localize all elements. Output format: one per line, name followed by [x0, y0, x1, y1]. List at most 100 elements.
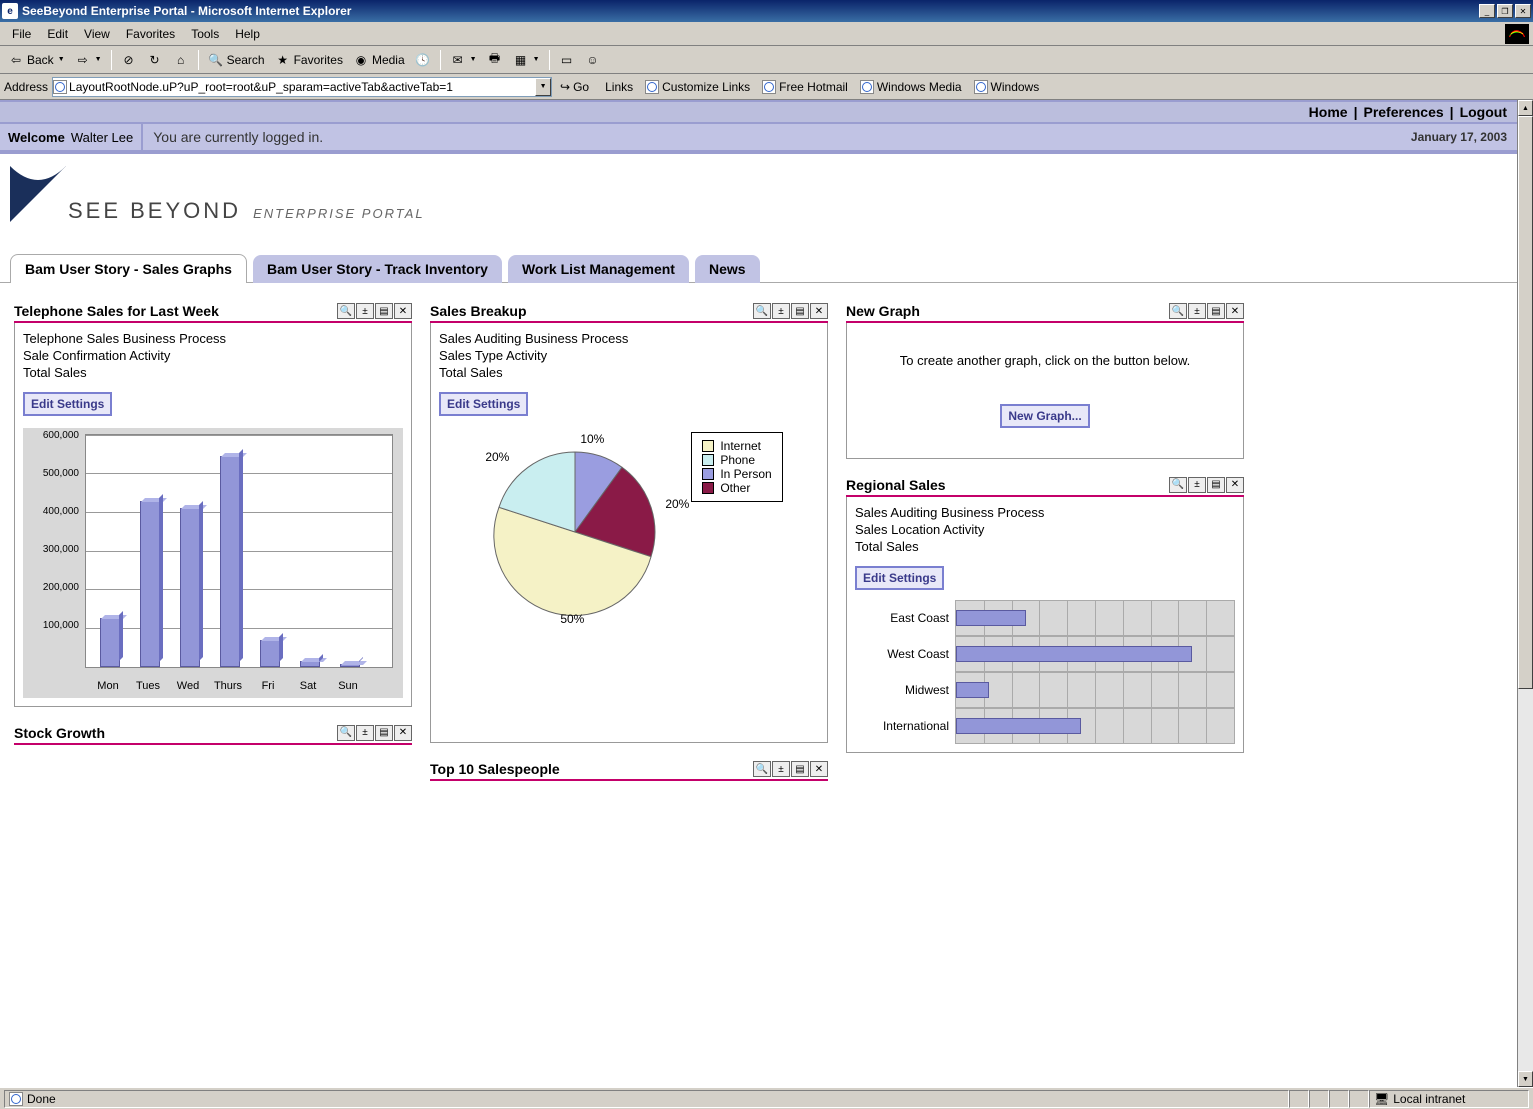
mail-button[interactable]: ✉▼ — [446, 50, 481, 70]
menu-file[interactable]: File — [4, 25, 39, 43]
go-button[interactable]: ↪Go — [556, 80, 593, 94]
back-button[interactable]: ⇦ Back ▼ — [4, 50, 69, 70]
print-button[interactable]: 🖶 — [483, 50, 507, 70]
media-button[interactable]: ◉Media — [349, 50, 409, 70]
tab-sales-graphs[interactable]: Bam User Story - Sales Graphs — [10, 254, 247, 283]
zoom-icon[interactable]: 🔍 — [1169, 477, 1187, 493]
telephone-bar-chart: 600,000 500,000 400,000 300,000 200,000 … — [23, 428, 403, 698]
vertical-scrollbar[interactable]: ▲ ▼ — [1517, 100, 1533, 1087]
chevron-down-icon: ▼ — [533, 56, 540, 63]
edit-settings-button[interactable]: Edit Settings — [23, 392, 112, 416]
close-icon[interactable]: ✕ — [810, 761, 828, 777]
page-content: Home | Preferences | Logout Welcome Walt… — [0, 100, 1517, 1087]
info-line: Total Sales — [855, 539, 1235, 556]
forward-button[interactable]: ⇨ ▼ — [71, 50, 106, 70]
minimize-button[interactable]: _ — [1479, 4, 1495, 18]
scroll-up-icon[interactable]: ▲ — [1518, 100, 1533, 116]
close-button[interactable]: ✕ — [1515, 4, 1531, 18]
collapse-icon[interactable]: ± — [356, 725, 374, 741]
discuss-button[interactable]: ▭ — [555, 50, 579, 70]
address-input[interactable] — [67, 80, 535, 94]
page-icon — [762, 80, 776, 94]
link-customize[interactable]: Customize Links — [645, 80, 750, 94]
status-bar: Done 🖥 Local intranet — [0, 1087, 1533, 1109]
favorites-button[interactable]: ★Favorites — [271, 50, 347, 70]
link-hotmail[interactable]: Free Hotmail — [762, 80, 848, 94]
portal-topnav: Home | Preferences | Logout — [0, 100, 1517, 124]
tab-work-list[interactable]: Work List Management — [508, 255, 689, 283]
menu-favorites[interactable]: Favorites — [118, 25, 183, 43]
refresh-button[interactable]: ↻ — [143, 50, 167, 70]
new-graph-msg: To create another graph, click on the bu… — [857, 353, 1233, 370]
close-icon[interactable]: ✕ — [394, 725, 412, 741]
settings-icon[interactable]: ▤ — [791, 761, 809, 777]
settings-icon[interactable]: ▤ — [791, 303, 809, 319]
stop-button[interactable]: ⊘ — [117, 50, 141, 70]
chevron-down-icon: ▼ — [470, 56, 477, 63]
go-icon: ↪ — [560, 80, 570, 94]
nav-home[interactable]: Home — [1309, 104, 1348, 120]
edit-settings-button[interactable]: Edit Settings — [855, 566, 944, 590]
address-input-wrap: ▼ — [52, 77, 552, 97]
zoom-icon[interactable]: 🔍 — [1169, 303, 1187, 319]
page-icon — [9, 1092, 23, 1106]
tab-track-inventory[interactable]: Bam User Story - Track Inventory — [253, 255, 502, 283]
link-windows[interactable]: Windows — [974, 80, 1040, 94]
close-icon[interactable]: ✕ — [1226, 303, 1244, 319]
collapse-icon[interactable]: ± — [772, 761, 790, 777]
new-graph-button[interactable]: New Graph... — [1000, 404, 1089, 428]
tab-news[interactable]: News — [695, 255, 760, 283]
hbar-intl — [956, 718, 1081, 734]
welcome-bar: Welcome Walter Lee You are currently log… — [0, 124, 1517, 154]
discuss-icon: ▭ — [559, 52, 575, 68]
bar-thurs — [220, 456, 240, 667]
search-button[interactable]: 🔍Search — [204, 50, 269, 70]
regional-hbar-chart: East Coast West Coast — [855, 600, 1235, 744]
hbar-east — [956, 610, 1026, 626]
close-icon[interactable]: ✕ — [394, 303, 412, 319]
collapse-icon[interactable]: ± — [356, 303, 374, 319]
bar-sun — [340, 664, 360, 667]
menu-help[interactable]: Help — [227, 25, 268, 43]
menu-tools[interactable]: Tools — [183, 25, 227, 43]
address-dropdown[interactable]: ▼ — [535, 78, 551, 96]
tab-strip: Bam User Story - Sales Graphs Bam User S… — [0, 254, 1517, 283]
settings-icon[interactable]: ▤ — [375, 303, 393, 319]
portlet-stock-growth: Stock Growth 🔍 ± ▤ ✕ — [14, 725, 412, 745]
edit-page-icon: ▦ — [513, 52, 529, 68]
collapse-icon[interactable]: ± — [1188, 303, 1206, 319]
zoom-icon[interactable]: 🔍 — [337, 303, 355, 319]
portlet-title: Regional Sales — [846, 477, 946, 493]
welcome-label: Welcome — [8, 130, 65, 145]
nav-logout[interactable]: Logout — [1460, 104, 1507, 120]
zoom-icon[interactable]: 🔍 — [337, 725, 355, 741]
settings-icon[interactable]: ▤ — [1207, 303, 1225, 319]
link-windows-media[interactable]: Windows Media — [860, 80, 962, 94]
messenger-button[interactable]: ☺ — [581, 50, 605, 70]
zoom-icon[interactable]: 🔍 — [753, 303, 771, 319]
bar-tues — [140, 501, 160, 667]
edit-button[interactable]: ▦▼ — [509, 50, 544, 70]
settings-icon[interactable]: ▤ — [1207, 477, 1225, 493]
edit-settings-button[interactable]: Edit Settings — [439, 392, 528, 416]
seebeyond-logo-icon — [8, 164, 68, 224]
logo-area: SEE BEYOND ENTERPRISE PORTAL — [0, 154, 1517, 254]
history-button[interactable]: 🕓 — [411, 50, 435, 70]
menu-edit[interactable]: Edit — [39, 25, 76, 43]
close-icon[interactable]: ✕ — [1226, 477, 1244, 493]
zoom-icon[interactable]: 🔍 — [753, 761, 771, 777]
home-button[interactable]: ⌂ — [169, 50, 193, 70]
collapse-icon[interactable]: ± — [772, 303, 790, 319]
scroll-down-icon[interactable]: ▼ — [1518, 1071, 1533, 1087]
restore-button[interactable]: ❐ — [1497, 4, 1513, 18]
nav-preferences[interactable]: Preferences — [1363, 104, 1443, 120]
menu-view[interactable]: View — [76, 25, 118, 43]
collapse-icon[interactable]: ± — [1188, 477, 1206, 493]
settings-icon[interactable]: ▤ — [375, 725, 393, 741]
hbar-midwest — [956, 682, 989, 698]
portlet-grid: Telephone Sales for Last Week 🔍 ± ▤ ✕ Te… — [0, 283, 1517, 801]
scroll-thumb[interactable] — [1518, 116, 1533, 689]
chevron-down-icon: ▼ — [58, 56, 65, 63]
ie-app-icon: e — [2, 3, 18, 19]
close-icon[interactable]: ✕ — [810, 303, 828, 319]
